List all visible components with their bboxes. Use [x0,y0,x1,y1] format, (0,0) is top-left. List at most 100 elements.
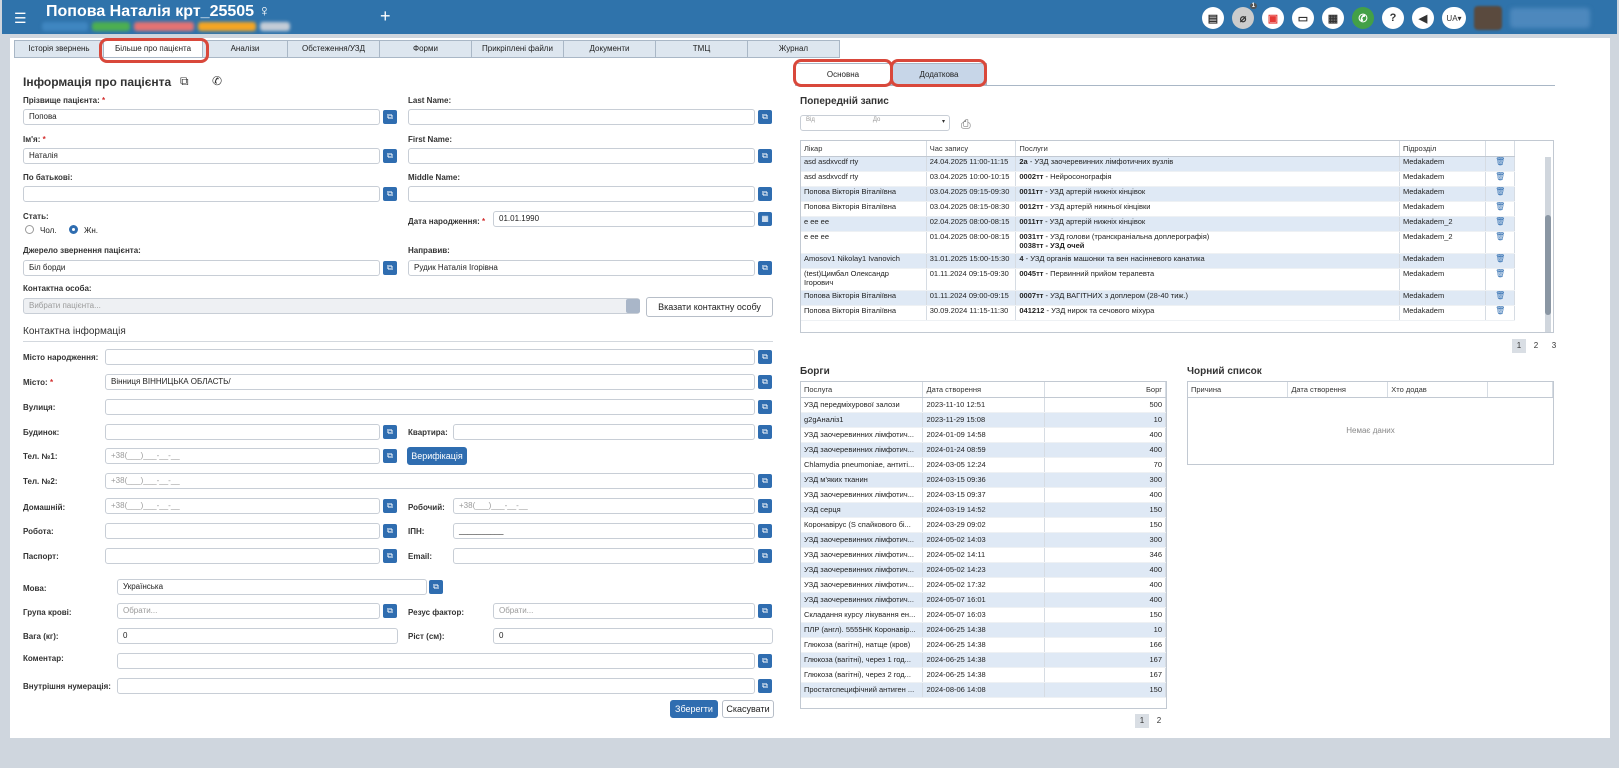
copy-icon[interactable]: ⧉ [758,679,772,693]
copy-icon[interactable]: ⧉ [758,187,772,201]
blood-group-select[interactable]: Обрати... [117,603,380,619]
ipn-input[interactable]: __________ [453,523,755,539]
table-row[interactable]: Простатспецифічний антиген ... 2024-08-06… [801,682,1166,698]
tab-documents[interactable]: Документи [563,40,656,58]
table-row[interactable]: e ee ee 02.04.2025 08:00-08:15 0011тт - УЗ… [801,216,1515,232]
house-input[interactable] [105,424,380,440]
appt-page-2[interactable]: 2 [1529,339,1543,353]
copy-icon[interactable]: ⧉ [383,604,397,618]
table-row[interactable]: Глюкоза (вагітні), натще (кров) 2024-06-2… [801,637,1166,653]
city-input[interactable]: Вінниця ВІННИЦЬКА ОБЛАСТЬ/ [105,374,755,390]
hamburger-icon[interactable]: ☰ [14,10,27,27]
copy-icon[interactable]: ⧉ [758,524,772,538]
select-icon[interactable] [626,299,640,313]
copy-icon[interactable]: ⧉ [758,654,772,668]
scrollbar-thumb[interactable] [1545,215,1551,315]
trash-icon[interactable]: 🗑 [1485,290,1515,306]
copy-icon[interactable]: ⧉ [758,261,772,275]
copy-icon[interactable]: ⧉ [383,524,397,538]
trash-icon[interactable]: 🗑 [1485,305,1515,321]
table-row[interactable]: asd asdxvcdf rty 03.04.2025 10:00-10:15 00… [801,171,1515,187]
table-row[interactable]: Попова Вікторія Віталіївна 03.04.2025 09:… [801,186,1515,202]
height-input[interactable]: 0 [493,628,773,644]
table-row[interactable]: Складання курсу лікування ен... 2024-05-0… [801,607,1166,623]
avatar[interactable] [1474,6,1502,30]
trash-icon[interactable]: 🗑 [1485,216,1515,232]
phone-call-icon[interactable]: ✆ [212,74,222,88]
table-row[interactable]: Попова Вікторія Віталіївна 30.09.2024 11:… [801,305,1515,321]
copy-icon[interactable]: ⧉ [383,261,397,275]
card-icon[interactable]: ▭ [1292,7,1314,29]
street-input[interactable] [105,399,755,415]
apartment-input[interactable] [453,424,755,440]
surname-input[interactable]: Попова [23,109,380,125]
table-row[interactable]: Коронавірус (S спайкового бі... 2024-03-2… [801,517,1166,533]
trash-icon[interactable]: 🗑 [1485,231,1515,254]
paperclip-icon[interactable]: ⌀ 1 [1232,3,1257,29]
trash-icon[interactable]: 🗑 [1485,253,1515,269]
middlename-input[interactable] [408,186,755,202]
work-phone-input[interactable]: +38(___)___-__-__ [453,498,755,514]
table-row[interactable]: УЗД заочеревинних лімфотич... 2024-05-02 … [801,532,1166,548]
table-row[interactable]: УЗД заочеревинних лімфотич... 2024-05-02 … [801,577,1166,593]
cancel-button[interactable]: Скасувати [722,700,774,718]
tab-forms[interactable]: Форми [379,40,472,58]
table-row[interactable]: Попова Вікторія Віталіївна 01.11.2024 09:… [801,290,1515,306]
tab-history[interactable]: Історія звернень [14,40,104,58]
table-row[interactable]: Chlamydia pneumoniae, антиті... 2024-03-0… [801,457,1166,473]
table-row[interactable]: e ee ee 01.04.2025 08:00-08:15 0031тт - УЗ… [801,231,1515,254]
job-input[interactable] [105,523,380,539]
copy-icon[interactable]: ⧉ [180,74,189,89]
sex-female-radio[interactable] [69,225,78,234]
firstname-input[interactable] [408,148,755,164]
copy-icon[interactable]: ⧉ [383,110,397,124]
megaphone-icon[interactable]: ◀ [1412,7,1434,29]
table-row[interactable]: ПЛР (англ). 5555НК Коронавір... 2024-06-2… [801,622,1166,638]
comment-input[interactable] [117,653,755,669]
set-contact-person-button[interactable]: Вказати контактну особу [646,297,773,317]
table-row[interactable]: УЗД серця 2024-03-19 14:52 150 [801,502,1166,518]
home-phone-input[interactable]: +38(___)___-__-__ [105,498,380,514]
debt-page-1[interactable]: 1 [1135,714,1149,728]
copy-icon[interactable]: ⧉ [758,375,772,389]
copy-icon[interactable]: ⧉ [758,499,772,513]
calendar-icon[interactable]: ▦ [758,212,772,226]
trash-icon[interactable]: 🗑 [1485,171,1515,187]
internal-number-input[interactable] [117,678,755,694]
trash-icon[interactable]: 🗑 [1485,268,1515,291]
date-range-input[interactable]: Від До ▾ [800,115,950,131]
tab-examinations[interactable]: Обстеження/УЗД [287,40,380,58]
rh-factor-select[interactable]: Обрати... [493,603,755,619]
copy-icon[interactable]: ⧉ [758,604,772,618]
table-row[interactable]: asd asdxvcdf rty 24.04.2025 11:00-11:15 2а… [801,156,1515,172]
table-row[interactable]: УЗД передміхурової залози 2023-11-10 12:5… [801,397,1166,413]
pdf-icon[interactable]: ▣ [1262,7,1284,29]
table-row[interactable]: УЗД заочеревинних лімфотич... 2024-01-24 … [801,442,1166,458]
language-select[interactable]: Українська [117,579,427,595]
language-select[interactable]: UA ▾ [1442,7,1466,29]
save-button[interactable]: Зберегти [670,700,718,718]
chat-icon[interactable]: ▤ [1202,7,1224,29]
table-row[interactable]: УЗД заочеревинних лімфотич... 2024-03-15 … [801,487,1166,503]
tab-tmc[interactable]: ТМЦ [655,40,748,58]
table-row[interactable]: УЗД заочеревинних лімфотич... 2024-01-09 … [801,427,1166,443]
tab-analyses[interactable]: Аналізи [202,40,288,58]
copy-icon[interactable]: ⧉ [758,149,772,163]
sex-male-radio[interactable] [25,225,34,234]
copy-icon[interactable]: ⧉ [429,580,443,594]
tab-attached-files[interactable]: Прикріплені файли [471,40,564,58]
trash-icon[interactable]: 🗑 [1485,186,1515,202]
source-select[interactable]: Біл борди [23,260,380,276]
table-row[interactable]: УЗД м'яких тканин 2024-03-15 09:36 300 [801,472,1166,488]
table-row[interactable]: Глюкоза (вагітні), через 1 год... 2024-06… [801,652,1166,668]
debt-page-2[interactable]: 2 [1152,714,1166,728]
dob-input[interactable]: 01.01.1990 [493,211,755,227]
lastname-input[interactable] [408,109,755,125]
copy-icon[interactable]: ⧉ [383,449,397,463]
name-input[interactable]: Наталія [23,148,380,164]
table-row[interactable]: Попова Вікторія Віталіївна 03.04.2025 08:… [801,201,1515,217]
referrer-select[interactable]: Рудик Наталія Ігорівна [408,260,755,276]
trash-icon[interactable]: 🗑 [1485,201,1515,217]
patronymic-input[interactable] [23,186,380,202]
copy-icon[interactable]: ⧉ [383,149,397,163]
